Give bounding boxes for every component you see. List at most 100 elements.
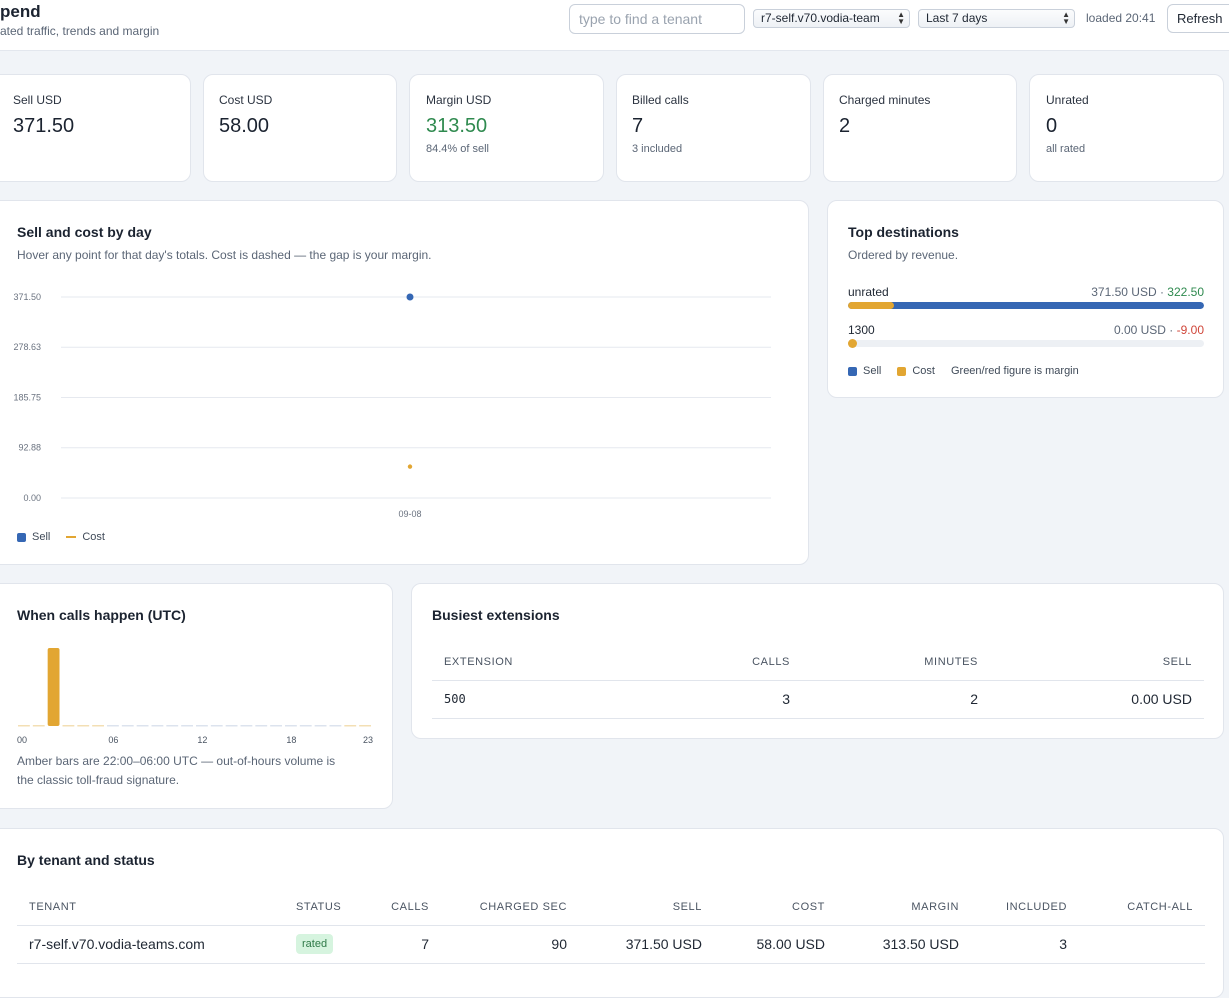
- top-bar: pend ated traffic, trends and margin r7-…: [0, 0, 1229, 51]
- destination-value: 0.00 USD · -9.00: [1113, 323, 1204, 337]
- daily-chart[interactable]: 0.00 92.88 185.75 278.63 371.50 09-08: [1, 281, 791, 526]
- legend-label: Cost: [912, 365, 935, 377]
- table-row[interactable]: 500 3 2 0.00 USD: [432, 680, 1204, 719]
- daily-chart-description: Hover any point for that day's totals. C…: [17, 248, 432, 262]
- column-header-cost[interactable]: Cost: [714, 889, 837, 926]
- column-header-calls[interactable]: Calls: [722, 644, 802, 681]
- hour-bar[interactable]: [196, 725, 208, 727]
- sell-point[interactable]: [406, 293, 414, 301]
- hour-bar[interactable]: [225, 725, 238, 727]
- sell-swatch-icon: [17, 532, 26, 542]
- select-arrows-icon: ▲ ▼: [897, 10, 905, 26]
- stat-value: 371.50: [13, 115, 75, 137]
- top-destinations-card: Top destinations Ordered by revenue. unr…: [827, 200, 1224, 398]
- destination-sell: 0.00 USD: [1113, 323, 1166, 337]
- hour-bar[interactable]: [92, 725, 104, 727]
- hour-tick-label: 23: [363, 735, 373, 745]
- range-select[interactable]: Last 7 days ▲ ▼: [918, 9, 1075, 28]
- page-title: pend: [0, 2, 41, 21]
- hour-bar[interactable]: [47, 648, 60, 726]
- column-header-catch-all[interactable]: Catch-all: [1079, 889, 1205, 926]
- hour-bar[interactable]: [151, 725, 164, 727]
- daily-chart-title: Sell and cost by day: [17, 224, 152, 240]
- stat-value: 313.50: [426, 115, 488, 137]
- cost-point[interactable]: [407, 464, 413, 469]
- column-header-margin[interactable]: Margin: [837, 889, 971, 926]
- page-subtitle: ated traffic, trends and margin: [0, 24, 160, 38]
- hour-bar[interactable]: [240, 725, 253, 727]
- tenant-status-title: By tenant and status: [17, 852, 155, 868]
- stat-label: Sell USD: [13, 93, 62, 107]
- hour-bar[interactable]: [77, 725, 90, 727]
- hour-bar[interactable]: [166, 725, 179, 727]
- hour-bar[interactable]: [136, 725, 149, 727]
- hour-bar[interactable]: [299, 725, 312, 727]
- hourly-chart-title: When calls happen (UTC): [17, 607, 186, 623]
- column-header-tenant[interactable]: Tenant: [17, 889, 284, 926]
- hour-bar[interactable]: [359, 725, 371, 727]
- stat-card-billed-calls: Billed calls 7 3 included: [616, 74, 811, 182]
- status-cell: rated: [284, 925, 374, 964]
- busiest-extensions-card: Busiest extensions Extension Calls Minut…: [411, 583, 1224, 739]
- stat-value: 58.00: [219, 115, 270, 137]
- column-header-extension[interactable]: Extension: [432, 644, 722, 681]
- legend-item-sell: Sell: [17, 531, 50, 543]
- stat-label: Margin USD: [426, 93, 492, 107]
- table-row[interactable]: r7-self.v70.vodia-teams.com rated 7 90 3…: [17, 925, 1205, 964]
- hourly-chart-note: Amber bars are 22:00–06:00 UTC — out-of-…: [17, 754, 336, 768]
- hour-bar[interactable]: [181, 725, 193, 727]
- hour-tick-label: 12: [197, 735, 207, 745]
- hour-tick-label: 00: [17, 735, 27, 745]
- destination-margin: 322.50: [1167, 285, 1204, 299]
- destination-row[interactable]: 1300 0.00 USD · -9.00: [848, 323, 1204, 351]
- hour-bar[interactable]: [32, 725, 45, 727]
- column-header-included[interactable]: Included: [971, 889, 1079, 926]
- catch-all-cell: [1079, 925, 1205, 964]
- destination-value: 371.50 USD · 322.50: [1091, 285, 1204, 299]
- column-header-charged-sec[interactable]: Charged sec: [441, 889, 579, 926]
- column-header-status[interactable]: Status: [284, 889, 374, 926]
- calls-cell: 3: [722, 680, 802, 719]
- sell-cell: 0.00 USD: [990, 680, 1204, 719]
- stat-sub: 3 included: [632, 143, 683, 155]
- hour-bar[interactable]: [121, 725, 134, 727]
- hour-bar[interactable]: [314, 725, 327, 727]
- loaded-time: loaded 20:41: [1086, 11, 1156, 25]
- tenant-search-input[interactable]: [569, 4, 745, 34]
- hour-bar[interactable]: [329, 725, 342, 727]
- hour-tick-label: 06: [108, 735, 118, 745]
- destination-row[interactable]: unrated 371.50 USD · 322.50: [848, 285, 1204, 313]
- stat-card-unrated: Unrated 0 all rated: [1029, 74, 1224, 182]
- stat-sub: 84.4% of sell: [426, 143, 489, 155]
- hour-tick-label: 18: [286, 735, 296, 745]
- y-tick-label: 0.00: [23, 493, 41, 503]
- status-badge: rated: [296, 934, 334, 954]
- destination-name: unrated: [848, 285, 889, 299]
- charged-sec-cell: 90: [441, 925, 579, 964]
- daily-chart-card: Sell and cost by day Hover any point for…: [0, 200, 809, 565]
- column-header-sell[interactable]: Sell: [990, 644, 1204, 681]
- column-header-minutes[interactable]: Minutes: [802, 644, 990, 681]
- hour-bar[interactable]: [344, 725, 357, 727]
- hour-bar[interactable]: [210, 725, 223, 727]
- destination-sell: 371.50 USD: [1091, 285, 1157, 299]
- stat-value: 0: [1046, 115, 1058, 137]
- destination-cost-bar: [848, 302, 895, 309]
- hour-bar[interactable]: [62, 725, 75, 727]
- hour-bar[interactable]: [255, 725, 268, 727]
- tenant-select[interactable]: r7-self.v70.vodia-team ▲ ▼: [753, 9, 910, 28]
- cost-dash-icon: [66, 536, 77, 538]
- stat-label: Unrated: [1046, 93, 1089, 107]
- hourly-chart[interactable]: 00 06 12 18 23: [17, 640, 377, 750]
- hourly-chart-note: the classic toll-fraud signature.: [17, 773, 180, 787]
- tenants-table: Tenant Status Calls Charged sec Sell Cos…: [17, 889, 1205, 964]
- margin-cell: 313.50 USD: [837, 925, 971, 964]
- column-header-sell[interactable]: Sell: [579, 889, 714, 926]
- refresh-button[interactable]: Refresh: [1167, 4, 1229, 33]
- hour-bar[interactable]: [285, 725, 297, 727]
- column-header-calls[interactable]: Calls: [374, 889, 441, 926]
- hour-bar[interactable]: [270, 725, 282, 727]
- hour-bar[interactable]: [18, 725, 30, 727]
- destination-sell-bar: [848, 302, 1204, 309]
- hour-bar[interactable]: [107, 725, 119, 727]
